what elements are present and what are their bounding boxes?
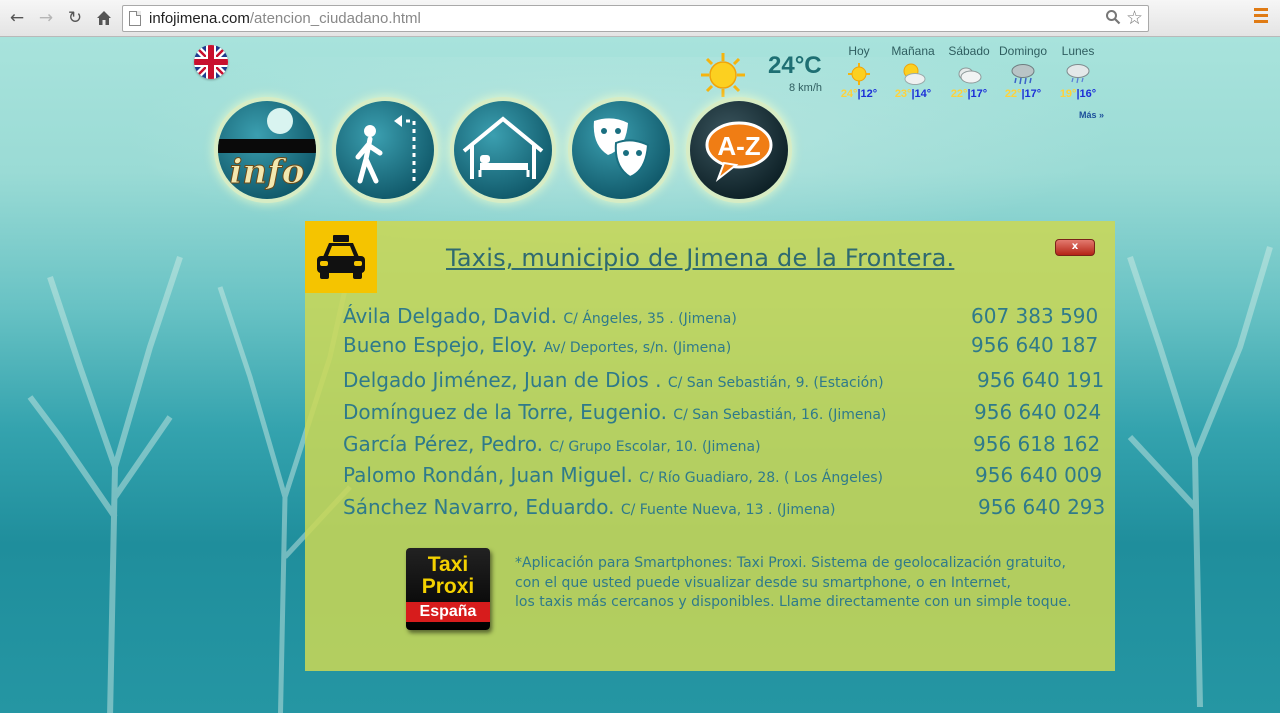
- app-description-line: los taxis más cercanos y disponibles. Ll…: [515, 594, 1072, 610]
- taxi-driver-name: Sánchez Navarro, Eduardo.: [343, 495, 615, 519]
- forecast-low: 12°: [860, 88, 878, 100]
- background-tree: [1127, 246, 1273, 707]
- rain-icon: [1011, 64, 1035, 85]
- taxi-phone[interactable]: 607 383 590: [971, 304, 1098, 328]
- forward-arrow-icon[interactable]: →: [35, 7, 57, 29]
- culture-button[interactable]: [572, 101, 670, 199]
- forecast-day-label: Mañana: [891, 44, 935, 58]
- address-bar[interactable]: infojimena.com/atencion_ciudadano.html ☆: [122, 5, 1149, 32]
- showers-icon: [1066, 64, 1090, 84]
- forecast-low: 17°: [970, 88, 988, 100]
- logo-line: Taxi: [427, 553, 469, 576]
- forecast-low: 14°: [914, 88, 932, 100]
- forecast-day: Sábado 22°|17°: [939, 44, 999, 100]
- taxi-address: C/ Río Guadiaro, 28. ( Los Ángeles): [639, 470, 884, 486]
- taxi-driver-name: Bueno Espejo, Eloy.: [343, 333, 538, 357]
- hiking-icon: [355, 115, 416, 184]
- taxi-entry: Bueno Espejo, Eloy. Av/ Deportes, s/n. (…: [343, 333, 731, 357]
- sun-icon: [848, 63, 870, 85]
- uk-flag-icon[interactable]: [194, 45, 228, 79]
- hiking-button[interactable]: [336, 101, 434, 199]
- forecast-day-label: Domingo: [998, 44, 1048, 58]
- taxi-entry: Ávila Delgado, David. C/ Ángeles, 35 . (…: [343, 304, 737, 328]
- forecast-day: Lunes 19°|16°: [1048, 44, 1108, 100]
- taxi-driver-name: García Pérez, Pedro.: [343, 432, 544, 456]
- taxi-address: C/ San Sebastián, 16. (Jimena): [673, 407, 887, 423]
- info-label: info: [230, 152, 305, 192]
- sun-cloud-icon: [903, 63, 926, 85]
- app-description-line: *Aplicación para Smartphones: Taxi Proxi…: [515, 555, 1066, 571]
- lodging-button[interactable]: [454, 101, 552, 199]
- logo-line: Proxi: [421, 575, 475, 598]
- taxi-driver-name: Ávila Delgado, David.: [343, 304, 558, 328]
- bookmark-star-icon[interactable]: ☆: [1126, 7, 1143, 29]
- taxi-address: C/ Ángeles, 35 . (Jimena): [563, 311, 737, 327]
- a-z-label: A-Z: [717, 131, 760, 161]
- taxi-entry: Sánchez Navarro, Eduardo. C/ Fuente Nuev…: [343, 495, 836, 519]
- forecast-day: Mañana 23°|14°: [883, 44, 943, 100]
- panel-title: Taxis, municipio de Jimena de la Fronter…: [446, 244, 955, 272]
- taxi-address: C/ San Sebastián, 9. (Estación): [667, 375, 884, 391]
- taxi-phone[interactable]: 956 618 162: [973, 432, 1100, 456]
- close-button[interactable]: x: [1055, 239, 1095, 256]
- forecast-low: 16°: [1079, 88, 1097, 100]
- taxi-icon: [305, 221, 377, 293]
- lodging-icon: [462, 116, 544, 179]
- taxi-phone[interactable]: 956 640 191: [977, 368, 1104, 392]
- home-icon[interactable]: [93, 7, 115, 29]
- taxi-driver-name: Palomo Rondán, Juan Miguel.: [343, 463, 633, 487]
- taxi-entry: Domínguez de la Torre, Eugenio. C/ San S…: [343, 400, 886, 424]
- taxi-phone[interactable]: 956 640 187: [971, 333, 1098, 357]
- forecast-high: 22°: [1004, 88, 1022, 100]
- menu-icon[interactable]: [1254, 8, 1268, 26]
- forecast-low: 17°: [1024, 88, 1042, 100]
- forecast-high: 19°: [1059, 88, 1077, 100]
- taxi-proxi-logo[interactable]: Taxi Proxi España: [406, 548, 490, 630]
- forecast-day-label: Hoy: [848, 44, 870, 58]
- forecast-day-label: Lunes: [1061, 44, 1095, 58]
- search-icon[interactable]: [1105, 9, 1121, 29]
- forecast-high: 23°: [894, 88, 912, 100]
- info-icon: info: [218, 108, 316, 193]
- wind-speed: 8 km/h: [789, 82, 823, 94]
- current-temperature: 24°C: [768, 52, 822, 79]
- taxi-address: Av/ Deportes, s/n. (Jimena): [543, 340, 732, 356]
- taxi-entry: Delgado Jiménez, Juan de Dios . C/ San S…: [343, 368, 884, 392]
- app-description-line: con el que usted puede visualizar desde …: [515, 574, 1011, 591]
- logo-line: España: [406, 602, 490, 622]
- forecast-day: Domingo 22°|17°: [993, 44, 1053, 100]
- sun-icon: [701, 53, 745, 97]
- url-text: infojimena.com/atencion_ciudadano.html: [149, 10, 421, 27]
- url-host: infojimena.com: [149, 10, 250, 27]
- back-arrow-icon[interactable]: ←: [6, 7, 28, 29]
- taxi-entry: Palomo Rondán, Juan Miguel. C/ Río Guadi…: [343, 463, 883, 487]
- taxi-phone[interactable]: 956 640 293: [978, 495, 1105, 519]
- taxi-driver-name: Domínguez de la Torre, Eugenio.: [343, 400, 667, 424]
- forecast-day-label: Sábado: [948, 44, 990, 58]
- background-tree: [27, 256, 183, 713]
- taxi-phone[interactable]: 956 640 009: [975, 463, 1102, 487]
- more-forecast-link[interactable]: Más »: [1079, 110, 1104, 120]
- forecast-high: 22°: [950, 88, 968, 100]
- app-description: *Aplicación para Smartphones: Taxi Proxi…: [515, 554, 1072, 613]
- taxi-driver-name: Delgado Jiménez, Juan de Dios .: [343, 368, 662, 392]
- taxi-phone[interactable]: 956 640 024: [974, 400, 1101, 424]
- cloud-icon: [958, 67, 982, 84]
- forecast-day: Hoy 24°|12°: [829, 44, 889, 100]
- info-button[interactable]: info: [218, 101, 316, 199]
- theatre-masks-icon: [593, 118, 650, 179]
- browser-toolbar: ← → ↻ infojimena.com/atencion_ciudadano.…: [0, 0, 1280, 37]
- url-path: /atencion_ciudadano.html: [249, 10, 421, 27]
- a-z-icon: A-Z: [705, 121, 773, 182]
- taxi-entry: García Pérez, Pedro. C/ Grupo Escolar, 1…: [343, 432, 761, 456]
- a-z-button[interactable]: A-Z: [690, 101, 788, 199]
- taxi-address: C/ Grupo Escolar, 10. (Jimena): [549, 439, 761, 455]
- page-icon: [129, 11, 141, 26]
- reload-icon[interactable]: ↻: [64, 7, 86, 29]
- forecast-high: 24°: [840, 88, 858, 100]
- taxi-address: C/ Fuente Nueva, 13 . (Jimena): [620, 502, 836, 518]
